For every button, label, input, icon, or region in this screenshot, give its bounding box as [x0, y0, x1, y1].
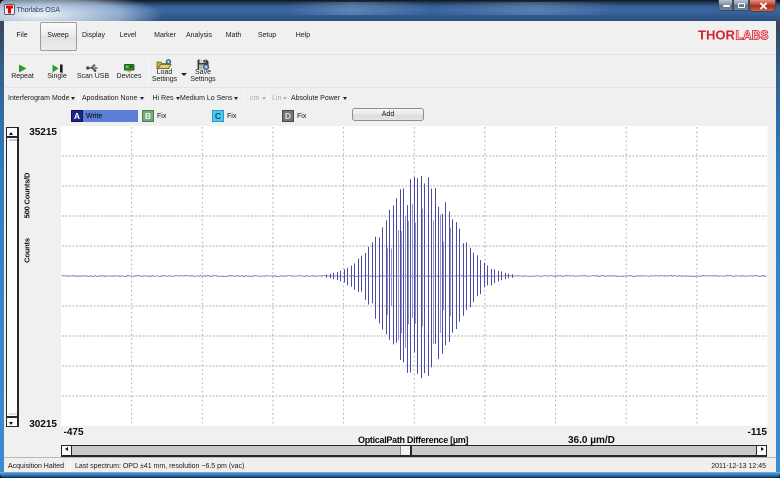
svg-text:THOR: THOR	[698, 29, 735, 41]
svg-text:LABS: LABS	[736, 29, 769, 41]
